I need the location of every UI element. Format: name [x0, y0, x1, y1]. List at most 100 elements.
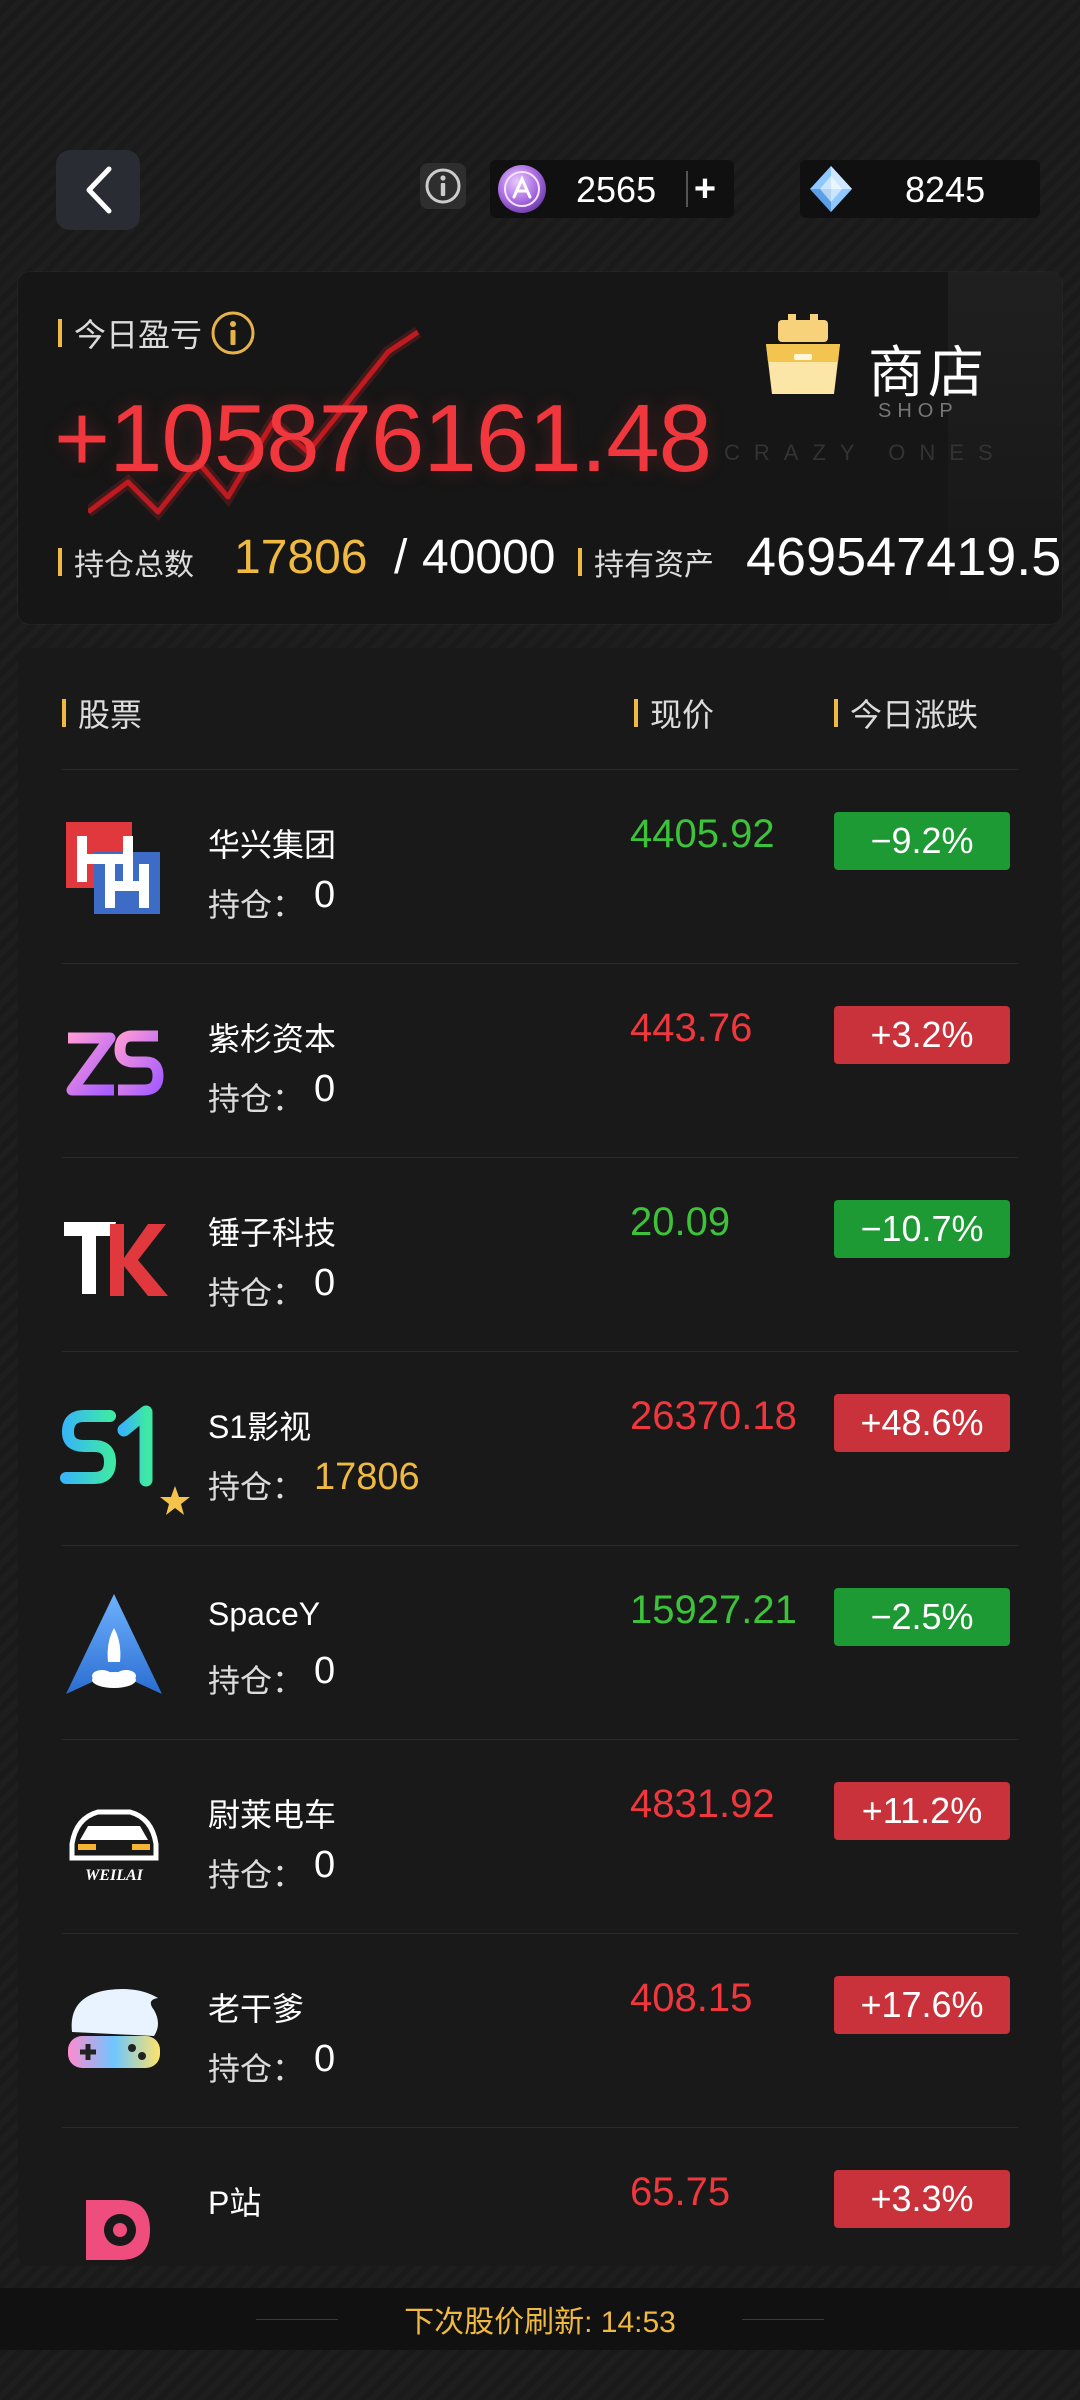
holding-value: 17806 — [314, 1456, 420, 1498]
info-button[interactable] — [420, 163, 466, 209]
stock-row[interactable]: 锤子科技 持仓： 0 20.09 −10.7% — [18, 1158, 1062, 1352]
holding-value: 0 — [314, 1650, 336, 1692]
divider — [741, 2318, 824, 2320]
assets-value: 469547419.52 — [746, 527, 1062, 587]
stock-name: SpaceY — [208, 1596, 321, 1632]
holding-label: 持仓： — [208, 1275, 305, 1311]
price-value: 15927.21 — [630, 1588, 797, 1632]
column-header-stock: 股票 — [62, 690, 142, 736]
price-value: 4405.92 — [630, 812, 775, 856]
pzhan-logo — [86, 2200, 150, 2260]
holding-value: 0 — [314, 1262, 336, 1304]
coin-balance: 2565 + — [490, 160, 734, 218]
holding-label: 持仓： — [208, 1081, 305, 1117]
column-header-change-text: 今日涨跌 — [850, 697, 979, 733]
change-badge: −9.2% — [834, 812, 1010, 870]
zishan-logo — [66, 1030, 164, 1096]
price-value: 4831.92 — [630, 1782, 775, 1826]
holding-label: 持仓： — [208, 887, 305, 923]
coin-icon — [498, 165, 546, 213]
shop-icon — [766, 314, 840, 394]
stock-row[interactable]: SpaceY 持仓： 0 15927.21 −2.5% — [18, 1546, 1062, 1740]
column-header-price: 现价 — [634, 690, 714, 736]
spacey-logo — [66, 1594, 162, 1694]
stock-name: 紫杉资本 — [208, 1021, 337, 1057]
position-max: 40000 — [422, 531, 556, 584]
column-header-price-text: 现价 — [650, 697, 715, 733]
add-coins-button[interactable]: + — [686, 168, 722, 210]
change-badge: +3.3% — [834, 2170, 1010, 2228]
position-separator: / — [394, 531, 408, 584]
change-badge: −10.7% — [834, 1200, 1010, 1258]
refresh-timer: 下次股价刷新: 14:53 — [404, 2306, 676, 2339]
stock-row[interactable]: S1影视 持仓： 17806 26370.18 +48.6% — [18, 1352, 1062, 1546]
stock-name: 锤子科技 — [208, 1215, 337, 1251]
position-label-text: 持仓总数 — [74, 549, 194, 582]
stock-row[interactable]: WEILAI 尉莱电车 持仓： 0 4831.92 +11.2% — [18, 1740, 1062, 1934]
info-icon — [425, 168, 461, 204]
chuizi-logo — [64, 1222, 168, 1296]
holding-label: 持仓： — [208, 2051, 305, 2087]
refresh-footer: 下次股价刷新: 14:53 — [0, 2288, 1080, 2350]
chevron-left-icon — [86, 166, 112, 214]
plus-icon: + — [693, 168, 717, 210]
stock-row[interactable]: 老干爹 持仓： 0 408.15 +17.6% — [18, 1934, 1062, 2128]
label-accent-bar — [58, 548, 62, 576]
assets-label-text: 持有资产 — [594, 549, 714, 582]
label-accent-bar — [58, 319, 62, 347]
stock-name: 华兴集团 — [208, 827, 337, 863]
table-header: 股票 现价 今日涨跌 — [18, 648, 1062, 770]
gem-value: 8245 — [905, 169, 986, 210]
stock-row[interactable]: 华兴集团 持仓： 0 4405.92 −9.2% — [18, 770, 1062, 964]
price-value: 408.15 — [630, 1976, 753, 2020]
info-icon[interactable] — [210, 310, 256, 356]
holding-value: 0 — [314, 1068, 336, 1110]
price-value: 443.76 — [630, 1006, 753, 1050]
watermark-text: CRAZY ONES — [724, 440, 1007, 465]
stock-name: P站 — [208, 2185, 262, 2221]
laogandie-logo — [68, 1989, 160, 2068]
column-header-change: 今日涨跌 — [834, 690, 978, 736]
coin-value: 2565 — [576, 169, 657, 210]
holding-label: 持仓： — [208, 1857, 305, 1893]
gem-balance: 8245 — [800, 160, 1040, 218]
pnl-value: +105876161.48 — [54, 385, 712, 492]
price-value: 65.75 — [630, 2170, 731, 2214]
price-value: 20.09 — [630, 1200, 731, 1244]
pnl-label: 今日盈亏 — [58, 310, 256, 356]
holding-value: 0 — [314, 874, 336, 916]
change-badge: −2.5% — [834, 1588, 1010, 1646]
shop-subtitle: SHOP — [878, 400, 959, 422]
back-button[interactable] — [56, 150, 140, 230]
stock-row[interactable]: P站 65.75 +3.3% — [18, 2128, 1062, 2266]
pnl-label-text: 今日盈亏 — [74, 317, 203, 353]
s1-logo — [60, 1405, 153, 1487]
holding-label: 持仓： — [208, 1663, 305, 1699]
shop-title: 商店 — [868, 341, 988, 404]
holding-value: 0 — [314, 2038, 336, 2080]
change-badge: +11.2% — [834, 1782, 1010, 1840]
weilai-logo: WEILAI — [69, 1809, 159, 1884]
change-badge: +3.2% — [834, 1006, 1010, 1064]
assets-label: 持有资产 — [578, 540, 714, 584]
huaxing-logo — [66, 822, 160, 914]
stock-row[interactable]: 紫杉资本 持仓： 0 443.76 +3.2% — [18, 964, 1062, 1158]
diamond-icon — [810, 166, 852, 212]
column-header-stock-text: 股票 — [78, 697, 143, 733]
stock-name: 老干爹 — [208, 1991, 305, 2027]
label-accent-bar — [62, 699, 66, 727]
holding-value: 0 — [314, 1844, 336, 1886]
label-accent-bar — [634, 699, 638, 727]
position-current: 17806 — [234, 531, 368, 584]
divider — [256, 2318, 339, 2320]
label-accent-bar — [578, 548, 582, 576]
stock-name: S1影视 — [208, 1409, 312, 1445]
position-label: 持仓总数 — [58, 540, 194, 584]
weilai-logo-text: WEILAI — [85, 1867, 144, 1884]
price-value: 26370.18 — [630, 1394, 797, 1438]
change-badge: +17.6% — [834, 1976, 1010, 2034]
holding-label: 持仓： — [208, 1469, 305, 1505]
stock-name: 尉莱电车 — [208, 1797, 337, 1833]
stock-list: 股票 现价 今日涨跌 华兴集团 持仓： 0 4405.92 −9.2% 紫杉资本… — [18, 648, 1062, 2266]
shop-button[interactable]: 商店 SHOP — [758, 314, 1008, 444]
